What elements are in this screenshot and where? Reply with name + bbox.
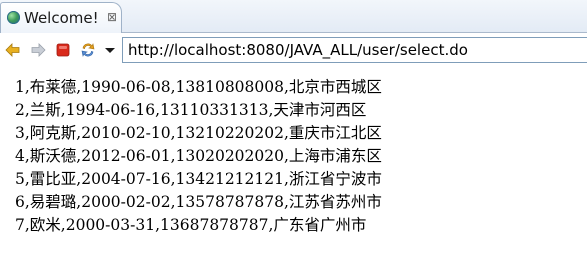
tab-title: Welcome! [24,9,99,27]
tab-bar: Welcome! ⊠ [0,0,587,33]
forward-arrow-icon[interactable] [30,42,46,58]
url-text: http://localhost:8080/JAVA_ALL/user/sele… [128,41,468,59]
refresh-icon[interactable] [80,42,96,58]
page-content: 1,布莱德,1990-06-08,13810808008,北京市西城区 2,兰斯… [0,68,587,274]
list-item: 4,斯沃德,2012-06-01,13020202020,上海市浦东区 [15,147,382,165]
list-item: 6,易碧璐,2000-02-02,13578787878,江苏省苏州市 [15,193,382,211]
list-item: 7,欧米,2000-03-31,13687878787,广东省广州市 [15,216,367,234]
list-item: 5,雷比亚,2004-07-16,13421212121,浙江省宁波市 [15,170,382,188]
list-item: 2,兰斯,1994-06-16,13110331313,天津市河西区 [15,101,367,119]
close-icon[interactable]: ⊠ [107,9,117,25]
list-item: 3,阿克斯,2010-02-10,13210220202,重庆市江北区 [15,124,382,142]
list-item: 1,布莱德,1990-06-08,13810808008,北京市西城区 [15,78,382,96]
browser-window: Welcome! ⊠ http://localhost:8080/JAVA_AL… [0,0,587,274]
url-input[interactable]: http://localhost:8080/JAVA_ALL/user/sele… [122,37,587,63]
navigation-toolbar: http://localhost:8080/JAVA_ALL/user/sele… [0,33,587,68]
back-arrow-icon[interactable] [5,42,21,58]
chevron-down-icon[interactable] [102,42,118,58]
stop-icon[interactable] [55,42,71,58]
tab-welcome[interactable]: Welcome! ⊠ [0,2,122,33]
globe-icon [7,11,20,24]
